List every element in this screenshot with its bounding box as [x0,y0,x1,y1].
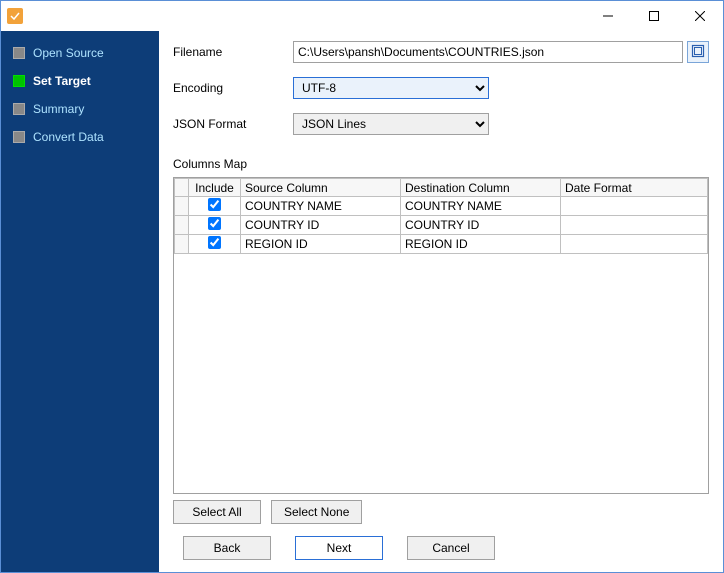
select-none-button[interactable]: Select None [271,500,362,524]
table-row[interactable]: COUNTRY IDCOUNTRY ID [175,216,708,235]
browse-button[interactable] [687,41,709,63]
grid-header-row: Include Source Column Destination Column… [175,179,708,197]
header-source[interactable]: Source Column [241,179,401,197]
step-node-icon [13,75,25,87]
json-format-select[interactable]: JSON Lines [293,113,489,135]
header-date-format[interactable]: Date Format [561,179,708,197]
step-node-icon [13,103,25,115]
app-icon [7,8,23,24]
columns-map-label: Columns Map [173,157,709,171]
filename-label: Filename [173,45,293,59]
cell-source[interactable]: REGION ID [241,235,401,254]
minimize-button[interactable] [585,1,631,31]
wizard-sidebar: Open Source Set Target Summary Convert D… [1,31,159,572]
cell-include [189,197,241,216]
grid-empty-area [174,254,708,493]
encoding-select[interactable]: UTF-8 [293,77,489,99]
cell-destination[interactable]: COUNTRY ID [401,216,561,235]
cell-source[interactable]: COUNTRY NAME [241,197,401,216]
row-header[interactable] [175,197,189,216]
cell-destination[interactable]: REGION ID [401,235,561,254]
row-header[interactable] [175,235,189,254]
table-row[interactable]: REGION IDREGION ID [175,235,708,254]
filename-row: Filename [173,41,709,63]
cell-date-format[interactable] [561,235,708,254]
encoding-row: Encoding UTF-8 [173,77,709,99]
cell-include [189,235,241,254]
select-all-button[interactable]: Select All [173,500,261,524]
next-button[interactable]: Next [295,536,383,560]
cell-destination[interactable]: COUNTRY NAME [401,197,561,216]
encoding-label: Encoding [173,81,293,95]
filename-input[interactable] [293,41,683,63]
table-row[interactable]: COUNTRY NAMECOUNTRY NAME [175,197,708,216]
cell-source[interactable]: COUNTRY ID [241,216,401,235]
include-checkbox[interactable] [208,236,221,249]
cell-date-format[interactable] [561,216,708,235]
columns-map-grid: Include Source Column Destination Column… [173,177,709,494]
maximize-button[interactable] [631,1,677,31]
step-set-target[interactable]: Set Target [5,67,159,95]
browse-icon [691,44,705,61]
cancel-button[interactable]: Cancel [407,536,495,560]
main-panel: Filename Encoding UTF-8 JSON Format JSON… [159,31,723,572]
cell-date-format[interactable] [561,197,708,216]
step-open-source[interactable]: Open Source [5,39,159,67]
step-label: Summary [33,102,84,116]
include-checkbox[interactable] [208,217,221,230]
include-checkbox[interactable] [208,198,221,211]
step-summary[interactable]: Summary [5,95,159,123]
step-node-icon [13,47,25,59]
select-button-row: Select All Select None [173,500,709,524]
json-format-label: JSON Format [173,117,293,131]
step-label: Convert Data [33,130,104,144]
step-label: Set Target [33,74,91,88]
nav-button-row: Back Next Cancel [173,536,709,560]
back-button[interactable]: Back [183,536,271,560]
cell-include [189,216,241,235]
header-destination[interactable]: Destination Column [401,179,561,197]
step-node-icon [13,131,25,143]
close-button[interactable] [677,1,723,31]
step-label: Open Source [33,46,104,60]
json-format-row: JSON Format JSON Lines [173,113,709,135]
row-header[interactable] [175,216,189,235]
titlebar [1,1,723,31]
app-window: Open Source Set Target Summary Convert D… [0,0,724,573]
grid-corner [175,179,189,197]
header-include[interactable]: Include [189,179,241,197]
step-convert-data[interactable]: Convert Data [5,123,159,151]
